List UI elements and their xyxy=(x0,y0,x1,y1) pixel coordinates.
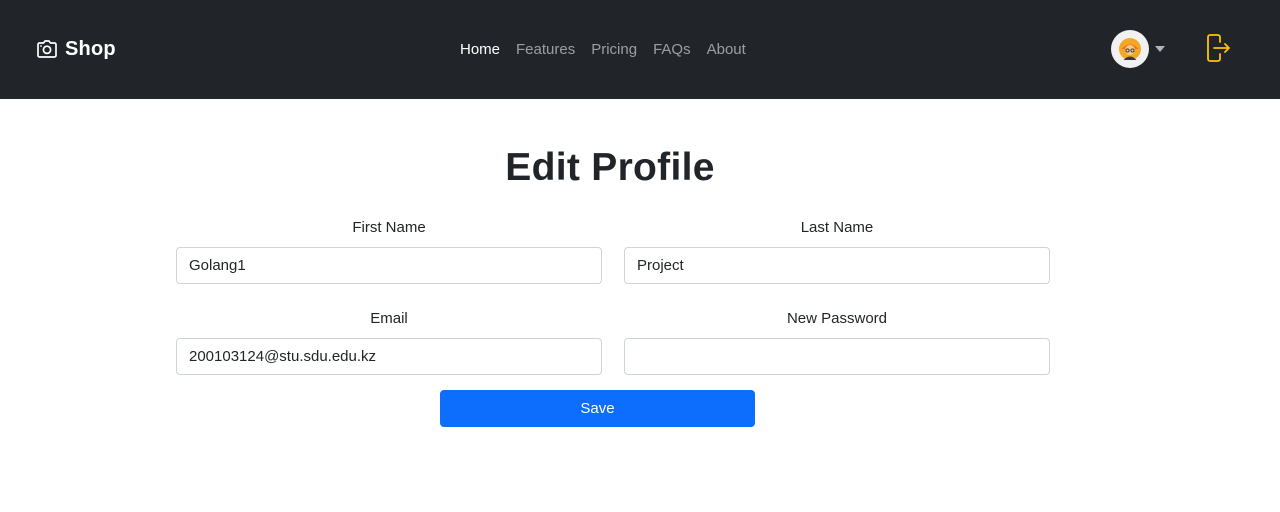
nav-link-faqs[interactable]: FAQs xyxy=(653,41,691,58)
nav-link-home[interactable]: Home xyxy=(460,41,500,58)
save-button[interactable]: Save xyxy=(440,390,755,427)
nav-link-features[interactable]: Features xyxy=(516,41,575,58)
new-password-label: New Password xyxy=(786,310,888,327)
last-name-label: Last Name xyxy=(800,219,874,236)
first-name-input[interactable] xyxy=(176,247,602,284)
first-name-label: First Name xyxy=(352,219,426,236)
new-password-input[interactable] xyxy=(624,338,1050,375)
page-title: Edit Profile xyxy=(505,146,715,189)
nav-link-pricing[interactable]: Pricing xyxy=(591,41,637,58)
camera-icon xyxy=(37,40,57,58)
avatar xyxy=(1111,30,1149,68)
last-name-input[interactable] xyxy=(624,247,1050,284)
email-label: Email xyxy=(370,310,408,327)
brand-name: Shop xyxy=(65,37,116,60)
logout-icon xyxy=(1207,34,1230,62)
user-avatar-icon xyxy=(1119,38,1141,60)
main-nav: Home Features Pricing FAQs About xyxy=(460,39,746,59)
nav-link-about[interactable]: About xyxy=(707,41,746,58)
navbar: Shop Home Features Pricing FAQs About xyxy=(0,0,1280,99)
brand-link[interactable]: Shop xyxy=(37,36,116,62)
caret-down-icon xyxy=(1155,46,1165,52)
email-input[interactable] xyxy=(176,338,602,375)
user-menu-toggle[interactable] xyxy=(1111,29,1165,69)
logout-button[interactable] xyxy=(1206,33,1232,63)
